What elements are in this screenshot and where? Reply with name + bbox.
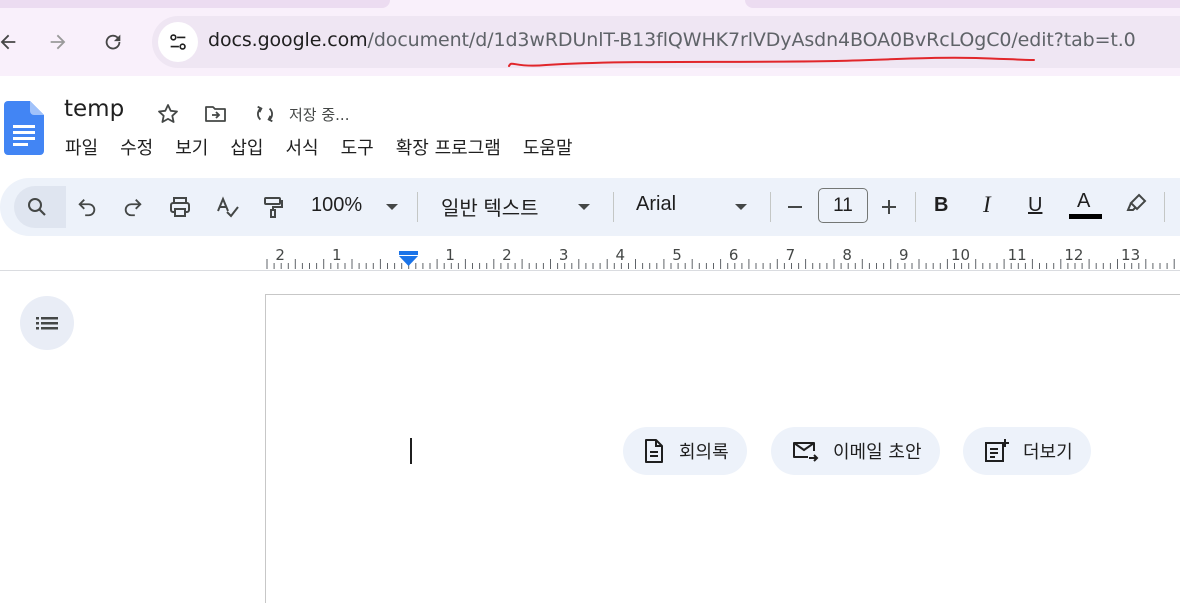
menu-format[interactable]: 서식 [275, 136, 330, 164]
highlight-color-button[interactable] [1120, 188, 1152, 220]
site-info-button[interactable] [158, 22, 198, 62]
paint-format-icon [264, 197, 283, 218]
ruler-label: 4 [616, 246, 626, 264]
italic-button[interactable]: I [983, 192, 991, 218]
ruler-label: 1 [445, 246, 455, 264]
redo-icon [124, 199, 142, 217]
google-docs-logo-icon[interactable] [4, 101, 44, 155]
paragraph-style-select[interactable]: 일반 텍스트 [441, 192, 539, 221]
arrow-left-icon [0, 34, 16, 50]
ruler-label: 9 [899, 246, 909, 264]
arrow-right-icon [50, 34, 66, 50]
menu-bar: 파일 수정 보기 삽입 서식 도구 확장 프로그램 도움말 [54, 136, 584, 164]
chip-label: 이메일 초안 [833, 442, 922, 463]
sync-status [252, 101, 278, 127]
menu-view[interactable]: 보기 [164, 136, 219, 164]
redo-button[interactable] [117, 191, 149, 223]
reload-button[interactable] [97, 26, 129, 58]
text-color-button[interactable]: A [1077, 190, 1090, 213]
font-family-select[interactable]: Arial [636, 193, 676, 216]
toolbar-divider [613, 192, 614, 222]
more-chip[interactable]: 더보기 [963, 427, 1091, 475]
document-title[interactable]: temp [64, 96, 124, 122]
menu-help[interactable]: 도움말 [512, 136, 584, 164]
formatting-toolbar: 100% 일반 텍스트 Arial 11 B I U A [0, 178, 1180, 236]
ruler-label: 10 [951, 246, 970, 264]
email-draft-chip[interactable]: 이메일 초안 [771, 427, 940, 475]
meeting-notes-chip[interactable]: 회의록 [623, 427, 747, 475]
menu-tools[interactable]: 도구 [330, 136, 385, 164]
tune-icon [170, 34, 186, 50]
menu-extensions[interactable]: 확장 프로그램 [385, 136, 512, 164]
spellcheck-button[interactable] [211, 191, 243, 223]
ruler-label: 11 [1008, 246, 1027, 264]
bold-button[interactable]: B [934, 194, 948, 217]
save-status-text: 저장 중... [289, 106, 350, 124]
chevron-down-icon[interactable] [578, 204, 590, 210]
search-icon [28, 198, 46, 216]
underline-button[interactable]: U [1028, 194, 1042, 217]
text-cursor [410, 438, 412, 464]
document-outline-button[interactable] [20, 296, 74, 350]
print-icon [170, 197, 190, 217]
ruler-label: 7 [786, 246, 796, 264]
chip-label: 더보기 [1023, 442, 1073, 463]
url-path: /document/d/1d3wRDUnlT-B13flQWHK7rlVDyAs… [367, 29, 1136, 51]
chip-label: 회의록 [679, 442, 729, 463]
toolbar-divider [417, 192, 418, 222]
menu-file[interactable]: 파일 [54, 136, 109, 164]
toolbar-divider [770, 192, 771, 222]
minus-icon [788, 206, 802, 208]
move-button[interactable] [203, 101, 229, 127]
highlighter-icon [1126, 193, 1147, 211]
url-text[interactable]: docs.google.com/document/d/1d3wRDUnlT-B1… [208, 29, 1136, 51]
decrease-font-size-button[interactable] [779, 191, 811, 223]
zoom-select[interactable]: 100% [311, 194, 362, 217]
ruler-label: 6 [729, 246, 739, 264]
menu-edit[interactable]: 수정 [109, 136, 164, 164]
browser-toolbar: docs.google.com/document/d/1d3wRDUnlT-B1… [0, 0, 1180, 76]
url-host: docs.google.com [208, 29, 368, 51]
star-button[interactable] [155, 101, 181, 127]
browser-tab-left[interactable] [0, 0, 390, 8]
search-menus-icon-wrap[interactable] [21, 191, 53, 223]
spellcheck-icon [217, 196, 239, 218]
back-button[interactable] [0, 26, 24, 58]
outline-list-icon [36, 317, 58, 330]
increase-font-size-button[interactable] [873, 191, 905, 223]
red-annotation-underline [508, 56, 1035, 67]
star-icon [158, 104, 178, 123]
ruler-label: 2 [502, 246, 512, 264]
ruler-label: 3 [559, 246, 569, 264]
undo-icon [78, 199, 96, 217]
ruler-label: 2 [275, 246, 285, 264]
ruler-ticks: 2 1 1 2 3 4 5 6 7 8 9 10 11 12 13 [266, 246, 1175, 269]
folder-move-icon [205, 106, 226, 122]
ruler-label: 1 [332, 246, 342, 264]
toolbar-divider [915, 192, 916, 222]
ruler-label: 13 [1121, 246, 1140, 264]
ruler-label: 8 [842, 246, 852, 264]
browser-tab-right[interactable] [745, 0, 1180, 8]
sync-icon [257, 105, 273, 123]
ruler-label: 5 [672, 246, 682, 264]
email-send-icon [793, 442, 819, 462]
font-size-input[interactable]: 11 [818, 188, 868, 223]
horizontal-ruler[interactable]: 2 1 1 2 3 4 5 6 7 8 9 10 11 12 13 [0, 240, 1180, 271]
forward-button[interactable] [42, 26, 74, 58]
undo-button[interactable] [71, 191, 103, 223]
ruler-label: 12 [1064, 246, 1083, 264]
document-icon [645, 439, 663, 463]
plus-icon [882, 200, 896, 214]
paint-format-button[interactable] [257, 191, 289, 223]
text-color-swatch [1069, 214, 1102, 219]
toolbar-divider [1164, 192, 1165, 222]
reload-icon [105, 34, 121, 50]
chevron-down-icon[interactable] [735, 204, 747, 210]
menu-insert[interactable]: 삽입 [219, 136, 274, 164]
chevron-down-icon[interactable] [386, 204, 398, 210]
note-add-icon [985, 439, 1009, 462]
print-button[interactable] [164, 191, 196, 223]
